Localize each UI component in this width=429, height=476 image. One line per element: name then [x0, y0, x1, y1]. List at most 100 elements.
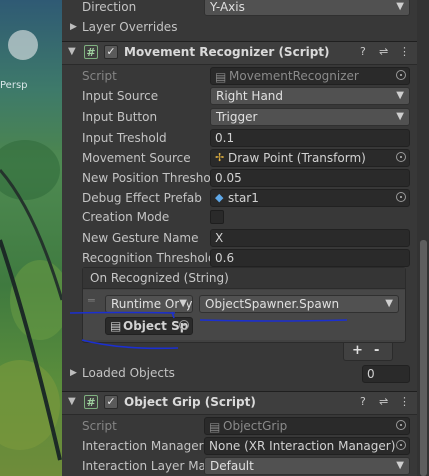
script-row: Script ▤ MovementRecognizer [62, 66, 417, 86]
scene-sky [0, 0, 62, 150]
interaction-manager-field[interactable]: None (XR Interaction Manager) [204, 437, 410, 455]
input-button-label: Input Button [82, 110, 158, 124]
preset-icon[interactable]: ⇌ [379, 395, 388, 408]
object-picker-icon [396, 70, 406, 80]
more-options-icon[interactable]: ⋮ [399, 45, 410, 58]
inspector-scrollbar[interactable] [417, 0, 429, 476]
script-label: Script [82, 69, 117, 83]
component-enabled-checkbox[interactable]: ✓ [104, 395, 118, 409]
runtime-mode-dropdown[interactable]: Runtime Only ▼ [105, 295, 193, 313]
drag-handle-icon[interactable]: ═ [88, 294, 95, 307]
object-picker-icon [396, 420, 406, 430]
creation-mode-row: Creation Mode [62, 207, 417, 227]
interaction-manager-row: Interaction Manager None (XR Interaction… [62, 436, 417, 456]
input-threshold-label: Input Treshold [82, 131, 167, 145]
debug-effect-prefab-label: Debug Effect Prefab [82, 191, 202, 205]
interaction-manager-value: None (XR Interaction Manager) [209, 439, 396, 453]
chevron-down-icon[interactable]: ▼ [68, 396, 76, 407]
scene-perspective-label: Persp [0, 80, 28, 91]
chevron-down-icon: ▼ [179, 296, 187, 312]
direction-value: Y-Axis [210, 0, 245, 14]
creation-mode-label: Creation Mode [82, 210, 170, 224]
movement-source-value: Draw Point (Transform) [228, 151, 366, 165]
loaded-objects-row[interactable]: ▶ Loaded Objects 0 [62, 363, 417, 383]
creation-mode-checkbox[interactable] [210, 210, 224, 224]
event-title: On Recognized (String) [90, 271, 229, 285]
inspector-panel: Direction Y-Axis ▼ ▶ Layer Overrides ▼ #… [62, 0, 429, 476]
layer-overrides-row[interactable]: ▶ Layer Overrides [62, 17, 417, 37]
add-listener-button[interactable]: + [352, 343, 363, 358]
interaction-layer-mask-value: Default [210, 459, 254, 473]
chevron-down-icon: ▼ [385, 298, 393, 309]
object-picker-icon[interactable] [396, 192, 406, 202]
direction-row: Direction Y-Axis ▼ [62, 0, 417, 17]
grip-script-row: Script ▤ ObjectGrip [62, 416, 417, 436]
movement-source-label: Movement Source [82, 151, 191, 165]
target-object-field[interactable]: ▤ Object Sp [105, 317, 193, 335]
input-button-row: Input Button Trigger ▼ [62, 107, 417, 127]
direction-dropdown[interactable]: Y-Axis ▼ [204, 0, 410, 16]
event-add-remove: + - [343, 343, 393, 361]
object-picker-icon[interactable] [396, 440, 406, 450]
grip-script-field: ▤ ObjectGrip [204, 417, 410, 435]
movement-source-field[interactable]: ✢ Draw Point (Transform) [210, 149, 410, 167]
more-options-icon[interactable]: ⋮ [399, 395, 410, 408]
scene-foliage [10, 260, 62, 340]
new-position-threshold-label: New Position Threshold [82, 171, 210, 185]
input-source-value: Right Hand [216, 89, 284, 103]
chevron-right-icon: ▶ [70, 368, 77, 378]
chevron-down-icon: ▼ [396, 111, 404, 122]
scene-gizmo [8, 30, 38, 60]
input-button-value: Trigger [216, 110, 258, 124]
debug-effect-prefab-value: star1 [228, 191, 259, 205]
new-gesture-name-row: New Gesture Name X [62, 228, 417, 248]
scrollbar-thumb[interactable] [420, 240, 427, 476]
help-icon[interactable]: ? [360, 45, 366, 58]
chevron-right-icon: ▶ [70, 22, 77, 32]
scene-view[interactable]: Persp [0, 0, 62, 476]
chevron-down-icon[interactable]: ▼ [68, 46, 76, 57]
recognition-threshold-label: Recognition Threshold [82, 251, 210, 265]
new-position-threshold-row: New Position Threshold 0.05 [62, 168, 417, 188]
grip-script-label: Script [82, 419, 117, 433]
debug-effect-prefab-field[interactable]: ◆ star1 [210, 189, 410, 207]
scene-foliage [0, 140, 60, 200]
script-file-icon: ▤ [215, 70, 227, 84]
interaction-layer-mask-dropdown[interactable]: Default ▼ [204, 457, 410, 475]
script-file-icon: ▤ [209, 420, 221, 434]
interaction-layer-mask-label: Interaction Layer Mask [82, 459, 204, 473]
new-gesture-name-field[interactable]: X [210, 229, 410, 247]
preset-icon[interactable]: ⇌ [379, 45, 388, 58]
transform-icon: ✢ [215, 151, 225, 164]
new-position-threshold-field[interactable]: 0.05 [210, 169, 410, 187]
loaded-objects-count[interactable]: 0 [362, 365, 410, 383]
loaded-objects-label: Loaded Objects [82, 366, 175, 380]
interaction-manager-label: Interaction Manager [82, 439, 204, 453]
function-value: ObjectSpawner.Spawn [205, 297, 340, 311]
input-threshold-field[interactable]: 0.1 [210, 129, 410, 147]
event-header: On Recognized (String) [83, 268, 405, 289]
direction-label: Direction [82, 0, 137, 14]
chevron-down-icon: ▼ [396, 460, 404, 471]
layer-overrides-label: Layer Overrides [82, 20, 178, 34]
object-grip-header[interactable]: ▼ # ✓ Object Grip (Script) ? ⇌ ⋮ [62, 391, 417, 415]
script-value: MovementRecognizer [229, 69, 359, 83]
object-picker-icon[interactable] [179, 320, 189, 330]
recognition-threshold-field[interactable]: 0.6 [210, 249, 410, 267]
input-button-dropdown[interactable]: Trigger ▼ [210, 108, 410, 126]
debug-effect-prefab-row: Debug Effect Prefab ◆ star1 [62, 188, 417, 208]
chevron-down-icon: ▼ [396, 1, 404, 12]
input-source-dropdown[interactable]: Right Hand ▼ [210, 87, 410, 105]
script-field: ▤ MovementRecognizer [210, 67, 410, 85]
remove-listener-button[interactable]: - [374, 343, 379, 358]
object-picker-icon[interactable] [396, 152, 406, 162]
script-icon: # [84, 395, 98, 409]
function-dropdown[interactable]: ObjectSpawner.Spawn ▼ [199, 295, 399, 313]
movement-recognizer-header[interactable]: ▼ # ✓ Movement Recognizer (Script) ? ⇌ ⋮ [62, 41, 417, 65]
component-title: Object Grip (Script) [124, 395, 256, 409]
component-title: Movement Recognizer (Script) [124, 45, 330, 59]
help-icon[interactable]: ? [360, 395, 366, 408]
script-icon: # [84, 45, 98, 59]
prefab-icon: ◆ [215, 191, 224, 204]
component-enabled-checkbox[interactable]: ✓ [104, 45, 118, 59]
